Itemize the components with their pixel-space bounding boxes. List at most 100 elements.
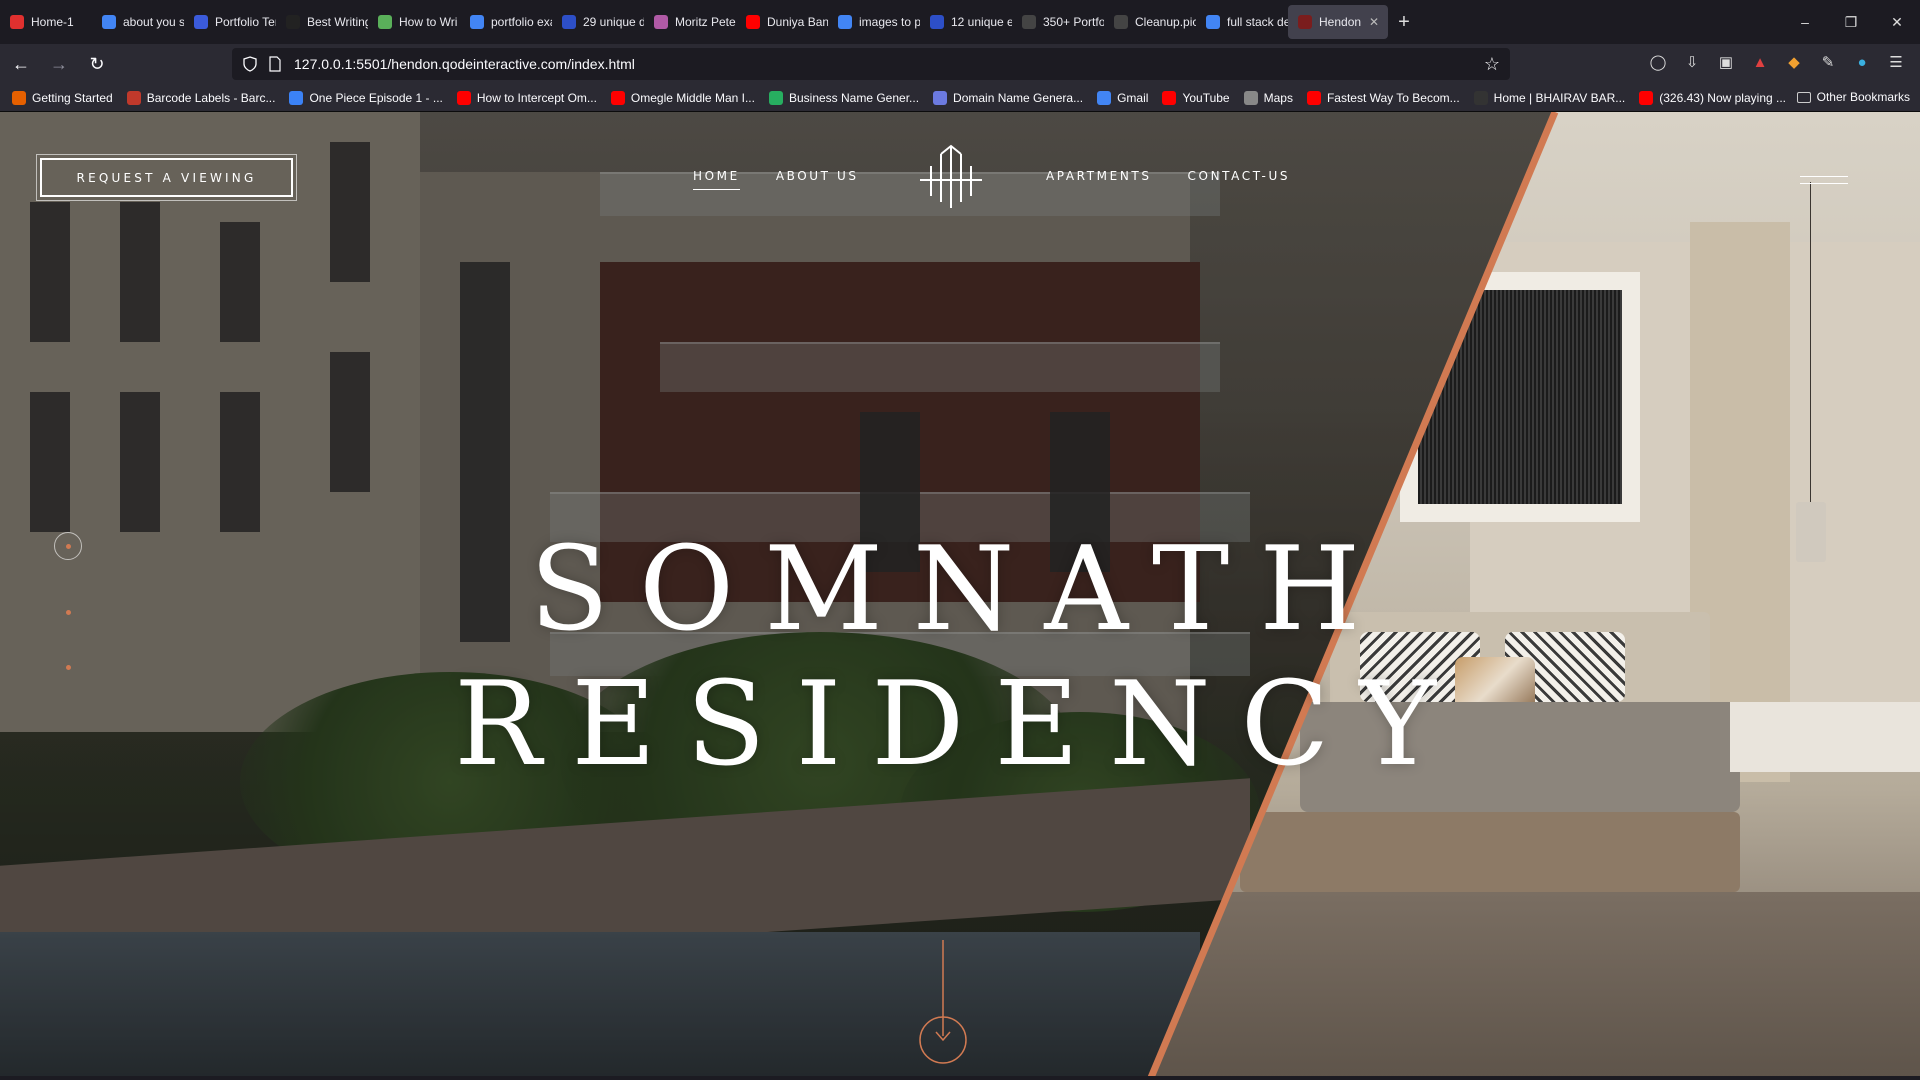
folder-icon	[1796, 91, 1811, 103]
google-icon	[102, 15, 116, 29]
bookmark-item[interactable]: How to Intercept Om...	[456, 90, 597, 105]
g-icon	[378, 15, 392, 29]
browser-tab[interactable]: 350+ Portfoli	[1012, 0, 1104, 44]
puzzle-icon[interactable]: ✎	[1814, 48, 1842, 76]
browser-tab[interactable]: 12 unique ex	[920, 0, 1012, 44]
minimize-icon[interactable]: –	[1782, 0, 1828, 44]
browser-tab[interactable]: Home-1	[0, 0, 92, 44]
tab-label: Best Writing I	[307, 15, 368, 29]
bookmark-item[interactable]: Maps	[1243, 90, 1293, 105]
browser-tab[interactable]: images to pu	[828, 0, 920, 44]
bookmark-item[interactable]: YouTube	[1162, 90, 1230, 105]
scroll-down-arrow-icon[interactable]	[918, 940, 968, 1066]
new-tab-icon[interactable]: +	[1388, 6, 1420, 38]
nav-about-us[interactable]: ABOUT US	[776, 169, 859, 190]
nav-contact-us[interactable]: CONTACT-US	[1188, 169, 1291, 189]
browser-tab[interactable]: Moritz Peter	[644, 0, 736, 44]
bench	[1240, 812, 1740, 892]
w-icon	[930, 15, 944, 29]
url-text[interactable]: 127.0.0.1:5501/hendon.qodeinteractive.co…	[294, 56, 635, 72]
bookmark-item[interactable]: Gmail	[1097, 90, 1149, 105]
h-icon	[1298, 15, 1312, 29]
browser-tab[interactable]: How to Wri	[368, 0, 460, 44]
reload-icon[interactable]: ↻	[80, 48, 114, 80]
request-viewing-button[interactable]: REQUEST A VIEWING	[36, 154, 297, 201]
bookmark-item[interactable]: One Piece Episode 1 - ...	[289, 90, 443, 105]
hero-section: REQUEST A VIEWING HOME ABOUT US APARTMEN…	[0, 112, 1920, 1080]
ublock-icon[interactable]: ▲	[1746, 48, 1774, 76]
browser-tab[interactable]: about you sa	[92, 0, 184, 44]
tab-label: 350+ Portfoli	[1043, 15, 1104, 29]
browser-tab[interactable]: Cleanup.pictures	[1104, 0, 1196, 44]
bookmark-label: Home | BHAIRAV BAR...	[1493, 90, 1626, 105]
browser-tab[interactable]: full stack de	[1196, 0, 1288, 44]
browser-tab[interactable]: 29 unique d	[552, 0, 644, 44]
hamburger-menu-icon[interactable]	[1800, 176, 1848, 186]
forward-icon[interactable]: →	[42, 48, 76, 80]
window-controls: – ❐ ✕	[1782, 0, 1920, 44]
nav-apartments[interactable]: APARTMENTS	[1046, 169, 1152, 189]
extension-badge-icon[interactable]: ◆	[1780, 48, 1808, 76]
shield-icon[interactable]	[242, 56, 258, 72]
bookmark-item[interactable]: Business Name Gener...	[768, 90, 920, 105]
other-bookmarks-label: Other Bookmarks	[1816, 90, 1910, 104]
bookmark-item[interactable]: Fastest Way To Becom...	[1306, 90, 1460, 105]
bookmark-label: (326.43) Now playing ...	[1659, 90, 1786, 105]
google-icon	[838, 15, 852, 29]
bookmark-label: Gmail	[1117, 90, 1149, 105]
bookmark-star-icon[interactable]: ☆	[1484, 54, 1500, 75]
youtube-icon	[1639, 90, 1654, 105]
bookmarks-bar: Getting Started Barcode Labels - Barc... O…	[0, 84, 1920, 112]
youtube-icon	[456, 90, 471, 105]
bookmark-label: Fastest Way To Becom...	[1326, 90, 1460, 105]
browser-tab[interactable]: Duniya Bana	[736, 0, 828, 44]
bookmark-item[interactable]: Home | BHAIRAV BAR...	[1473, 90, 1626, 105]
other-bookmarks[interactable]: Other Bookmarks	[1796, 90, 1910, 104]
extension-icon[interactable]: ▣	[1712, 48, 1740, 76]
f-icon	[194, 15, 208, 29]
bookmark-label: How to Intercept Om...	[476, 90, 597, 105]
bookmark-item[interactable]: (326.43) Now playing ...	[1639, 90, 1786, 105]
menu-icon[interactable]: ☰	[1882, 48, 1910, 76]
browser-tab[interactable]: Portfolio Tem	[184, 0, 276, 44]
bookmark-label: Omegle Middle Man I...	[630, 90, 755, 105]
google-icon	[1097, 90, 1112, 105]
bookmark-label: Business Name Gener...	[788, 90, 920, 105]
restore-icon[interactable]: ❐	[1828, 0, 1874, 44]
bookmark-item[interactable]: Domain Name Genera...	[933, 90, 1083, 105]
main-nav-left: HOME ABOUT US	[693, 169, 895, 190]
tab-label: Portfolio Tem	[215, 15, 276, 29]
tab-strip: Home-1 about you sa Portfolio Tem Best Writ…	[0, 0, 1920, 44]
tab-label: 29 unique d	[583, 15, 644, 29]
bookmark-item[interactable]: Getting Started	[12, 90, 113, 105]
navigation-toolbar: ← → ↻ 127.0.0.1:5501/hendon.qodeinteract…	[0, 44, 1920, 84]
wix-icon	[1473, 90, 1488, 105]
tab-label: How to Wri	[399, 15, 458, 29]
browser-tab[interactable]: portfolio exa	[460, 0, 552, 44]
dollar-icon	[768, 90, 783, 105]
nav-home[interactable]: HOME	[693, 169, 740, 190]
address-bar[interactable]: 127.0.0.1:5501/hendon.qodeinteractive.co…	[232, 48, 1510, 80]
bookmark-label: One Piece Episode 1 - ...	[309, 90, 443, 105]
close-tab-icon[interactable]: ✕	[1369, 15, 1379, 29]
hendon-logo-icon[interactable]	[916, 144, 986, 210]
c-icon	[286, 15, 300, 29]
tab-label: Hendon	[1319, 15, 1362, 29]
pocket-icon[interactable]: ◯	[1644, 48, 1672, 76]
browser-tab[interactable]: Best Writing I	[276, 0, 368, 44]
download-icon[interactable]: ⇩	[1678, 48, 1706, 76]
back-icon[interactable]: ←	[4, 48, 38, 80]
bookmark-label: Getting Started	[32, 90, 113, 105]
close-window-icon[interactable]: ✕	[1874, 0, 1920, 44]
bookmark-label: YouTube	[1182, 90, 1230, 105]
tab-label: portfolio exa	[491, 15, 552, 29]
toolbar-icons: ◯ ⇩ ▣ ▲ ◆ ✎ ● ☰	[1644, 48, 1910, 76]
bookmark-item[interactable]: Omegle Middle Man I...	[610, 90, 755, 105]
page-icon	[1114, 15, 1128, 29]
browser-tab[interactable]: Hendon ✕	[1288, 5, 1388, 39]
youtube-icon	[1306, 90, 1321, 105]
profile-icon[interactable]: ●	[1848, 48, 1876, 76]
hero-title: SOMNATH RESIDENCY	[454, 522, 1466, 792]
m-icon	[126, 90, 141, 105]
bookmark-item[interactable]: Barcode Labels - Barc...	[126, 90, 275, 105]
